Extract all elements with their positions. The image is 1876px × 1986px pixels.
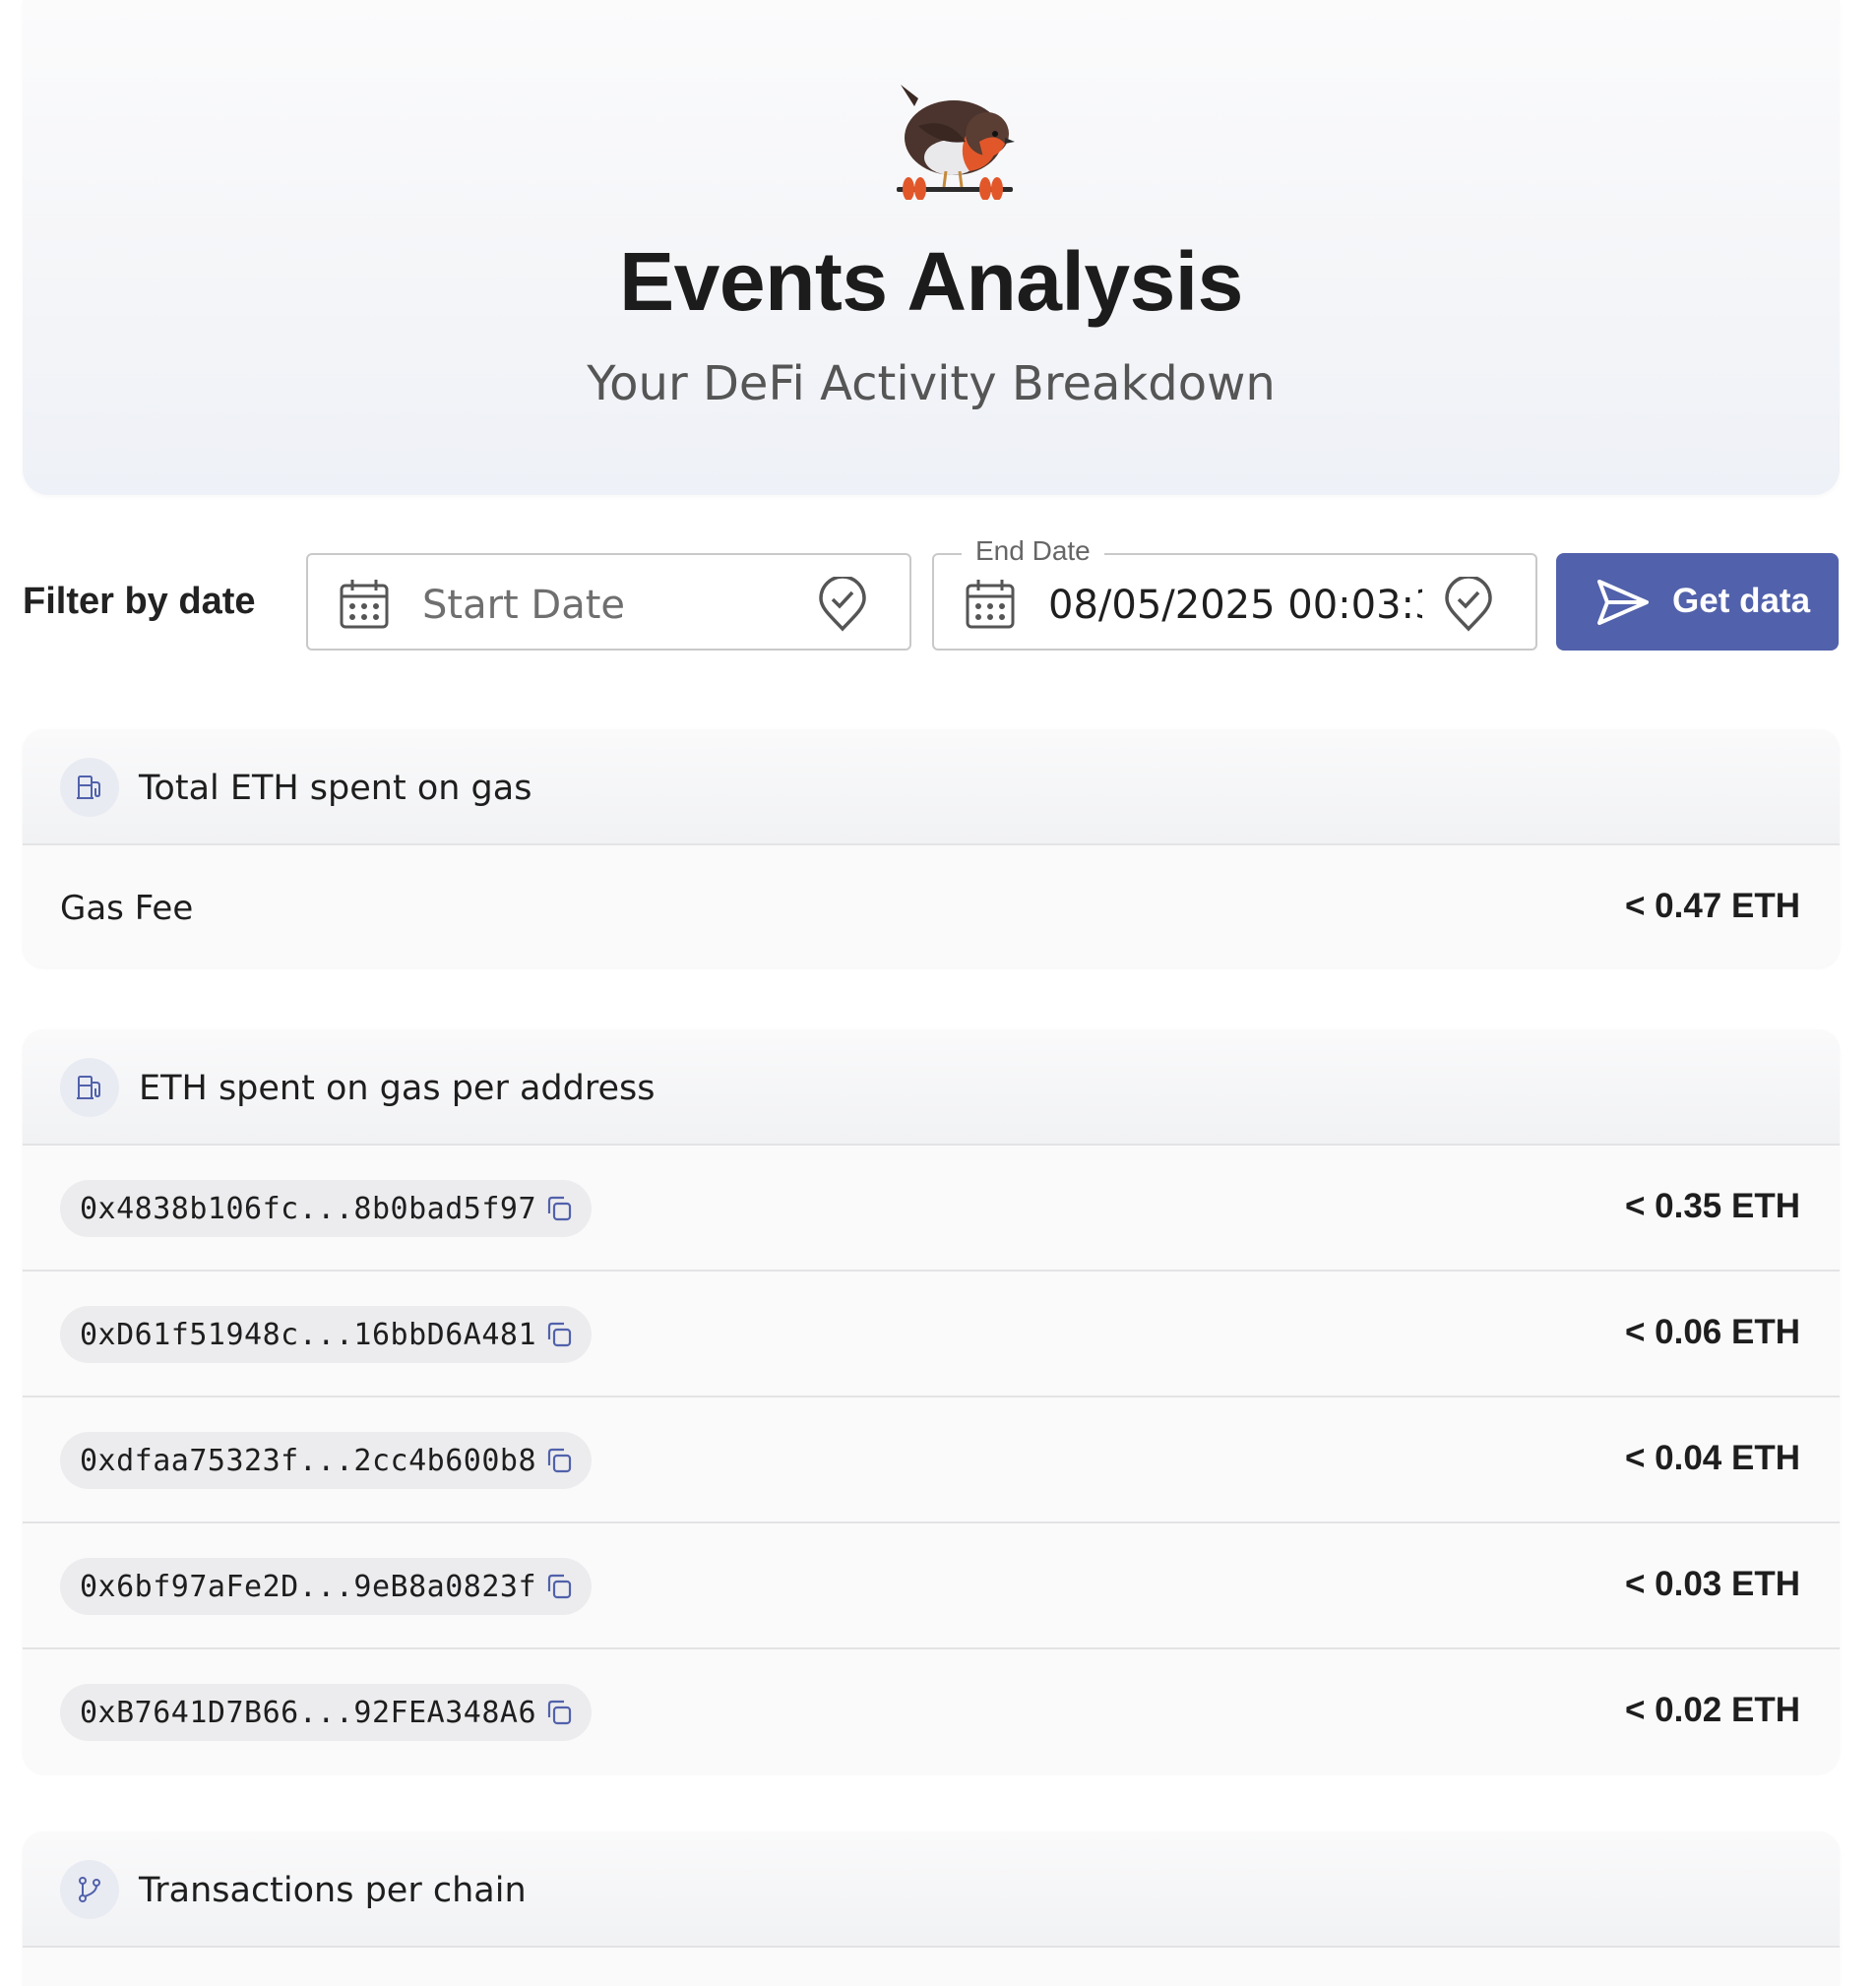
transactions-per-chain-card: Transactions per chain [23, 1831, 1840, 1986]
gas-value: < 0.03 ETH [1624, 1565, 1800, 1603]
address-chip[interactable]: 0xD61f51948c...16bbD6A481 [60, 1306, 592, 1363]
copy-icon[interactable] [544, 1320, 574, 1349]
gas-fee-label: Gas Fee [60, 889, 194, 928]
table-row: 0xdfaa75323f...2cc4b600b8 < 0.04 ETH [23, 1397, 1840, 1523]
address-chip[interactable]: 0xB7641D7B66...92FEA348A6 [60, 1684, 592, 1741]
address-chip[interactable]: 0x6bf97aFe2D...9eB8a0823f [60, 1558, 592, 1615]
address-text: 0x6bf97aFe2D...9eB8a0823f [80, 1570, 537, 1604]
card-title: ETH spent on gas per address [139, 1069, 656, 1108]
end-date-legend: End Date [962, 535, 1104, 567]
card-header: Transactions per chain [23, 1831, 1840, 1948]
address-chip[interactable]: 0xdfaa75323f...2cc4b600b8 [60, 1432, 592, 1489]
page: Events Analysis Your DeFi Activity Break… [0, 0, 1876, 1986]
end-date-field[interactable]: End Date 08/05/2025 00:03:3 [932, 535, 1537, 651]
copy-icon[interactable] [544, 1446, 574, 1475]
table-row: 0x6bf97aFe2D...9eB8a0823f < 0.03 ETH [23, 1523, 1840, 1649]
start-date-input[interactable]: Start Date [422, 583, 796, 628]
gas-pump-icon [60, 1058, 119, 1117]
copy-icon[interactable] [544, 1698, 574, 1727]
gas-value: < 0.06 ETH [1624, 1313, 1800, 1351]
page-header: Events Analysis Your DeFi Activity Break… [23, 0, 1840, 495]
address-text: 0xdfaa75323f...2cc4b600b8 [80, 1444, 537, 1478]
gas-fee-value: < 0.47 ETH [1624, 887, 1800, 925]
end-date-input[interactable]: 08/05/2025 00:03:3 [1048, 583, 1422, 628]
get-data-button[interactable]: Get data [1556, 553, 1839, 651]
gas-value: < 0.02 ETH [1624, 1691, 1800, 1729]
start-date-field[interactable]: Start Date [306, 553, 911, 651]
address-text: 0xB7641D7B66...92FEA348A6 [80, 1696, 537, 1730]
gas-per-address-card: ETH spent on gas per address 0x4838b106f… [23, 1029, 1840, 1775]
card-title: Transactions per chain [139, 1871, 527, 1910]
card-title: Total ETH spent on gas [139, 769, 532, 808]
page-subtitle: Your DeFi Activity Breakdown [587, 356, 1276, 411]
filter-label: Filter by date [23, 581, 256, 622]
calendar-icon[interactable] [338, 577, 391, 630]
total-gas-card: Total ETH spent on gas Gas Fee < 0.47 ET… [23, 729, 1840, 967]
card-header: ETH spent on gas per address [23, 1029, 1840, 1146]
copy-icon[interactable] [544, 1572, 574, 1601]
calendar-icon[interactable] [964, 577, 1017, 630]
list-item: Gas Fee < 0.47 ETH [23, 845, 1840, 965]
address-chip[interactable]: 0x4838b106fc...8b0bad5f97 [60, 1180, 592, 1237]
get-data-label: Get data [1672, 582, 1811, 620]
git-branch-icon [60, 1860, 119, 1919]
card-header: Total ETH spent on gas [23, 729, 1840, 845]
location-check-icon[interactable] [817, 577, 868, 632]
table-row: 0xD61f51948c...16bbD6A481 < 0.06 ETH [23, 1272, 1840, 1397]
gas-value: < 0.04 ETH [1624, 1439, 1800, 1477]
table-row: 0xB7641D7B66...92FEA348A6 < 0.02 ETH [23, 1649, 1840, 1775]
robin-bird-logo [897, 85, 1015, 200]
gas-value: < 0.35 ETH [1624, 1187, 1800, 1225]
location-check-icon[interactable] [1443, 577, 1494, 632]
gas-pump-icon [60, 758, 119, 817]
address-text: 0x4838b106fc...8b0bad5f97 [80, 1192, 537, 1226]
table-row: 0x4838b106fc...8b0bad5f97 < 0.35 ETH [23, 1146, 1840, 1272]
address-text: 0xD61f51948c...16bbD6A481 [80, 1318, 537, 1352]
page-title: Events Analysis [619, 235, 1243, 328]
send-icon [1597, 580, 1649, 625]
copy-icon[interactable] [544, 1194, 574, 1223]
